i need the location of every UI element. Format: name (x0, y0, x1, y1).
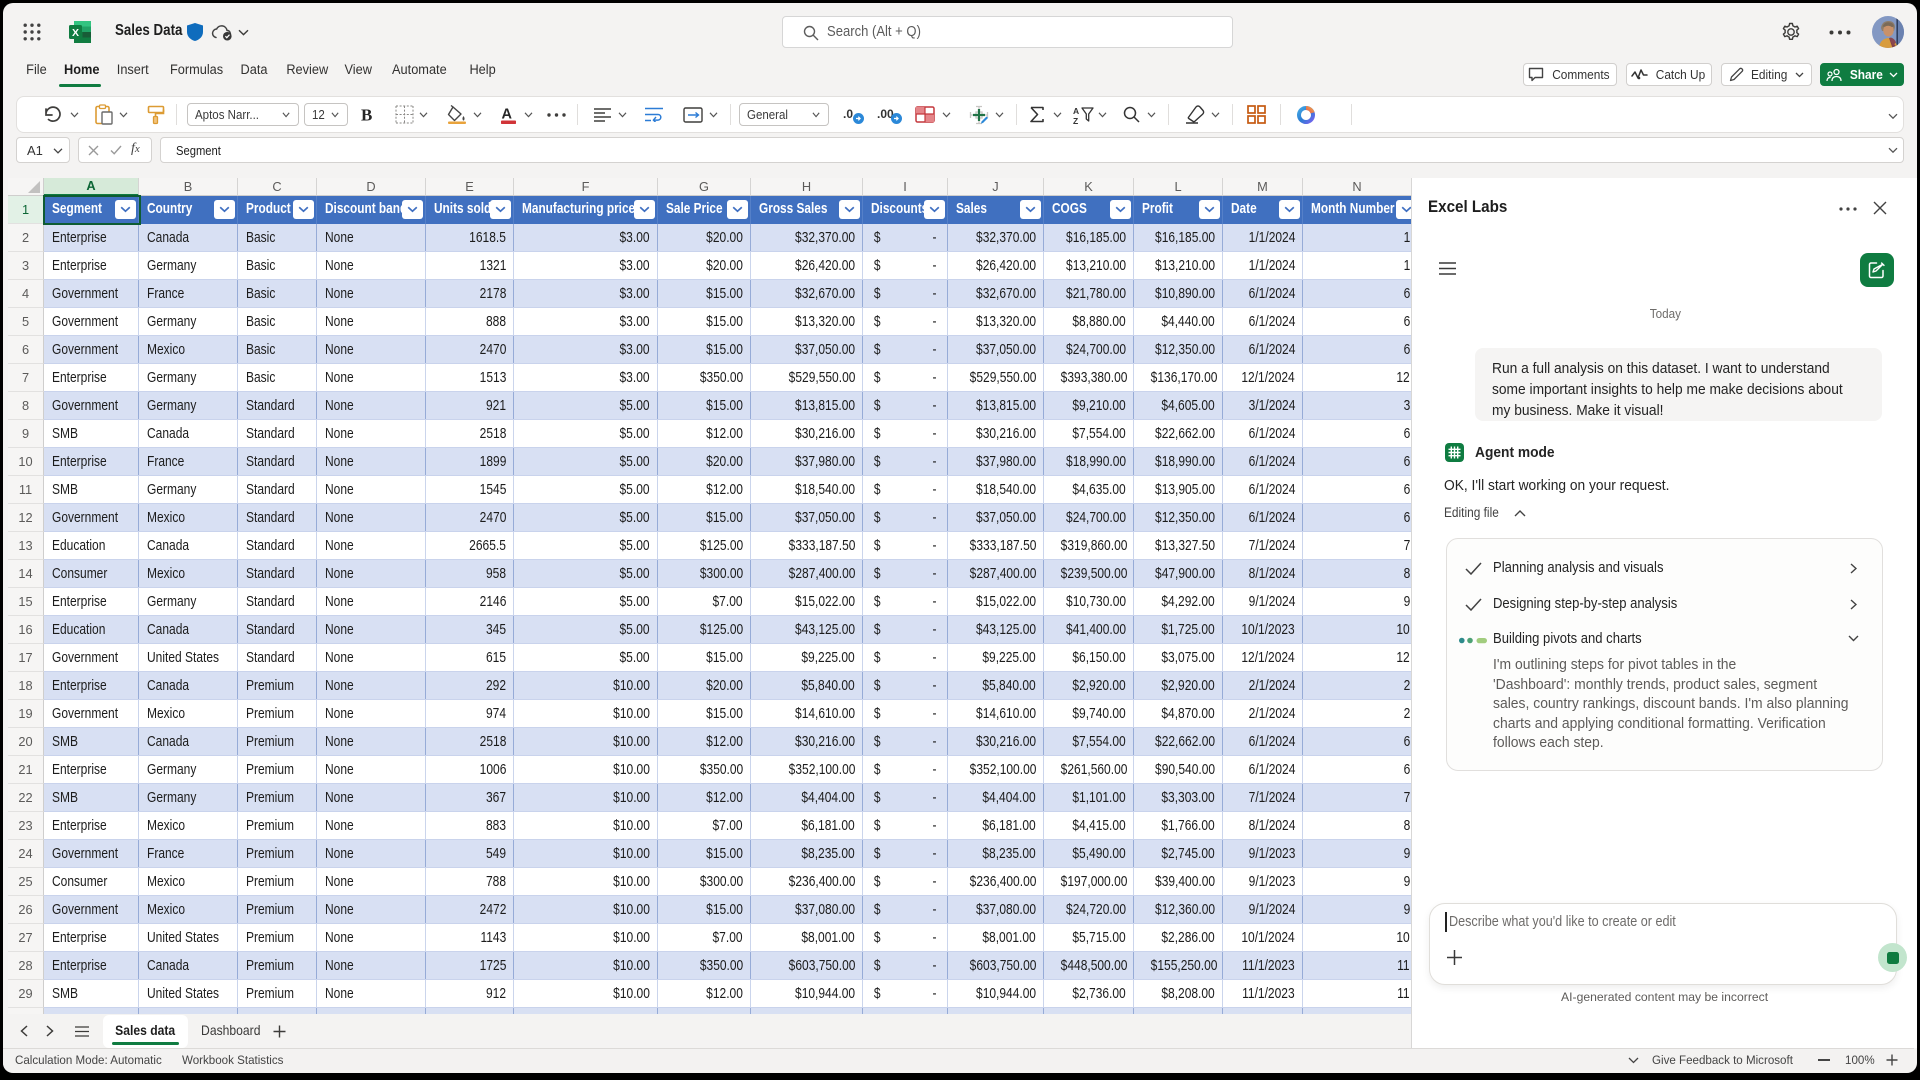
svg-text:Z: Z (1073, 116, 1078, 124)
svg-text:X: X (72, 27, 79, 39)
svg-text:A: A (1073, 106, 1079, 116)
svg-text:.0: .0 (843, 107, 853, 121)
svg-text:A: A (502, 107, 513, 123)
svg-text:B: B (361, 106, 372, 123)
